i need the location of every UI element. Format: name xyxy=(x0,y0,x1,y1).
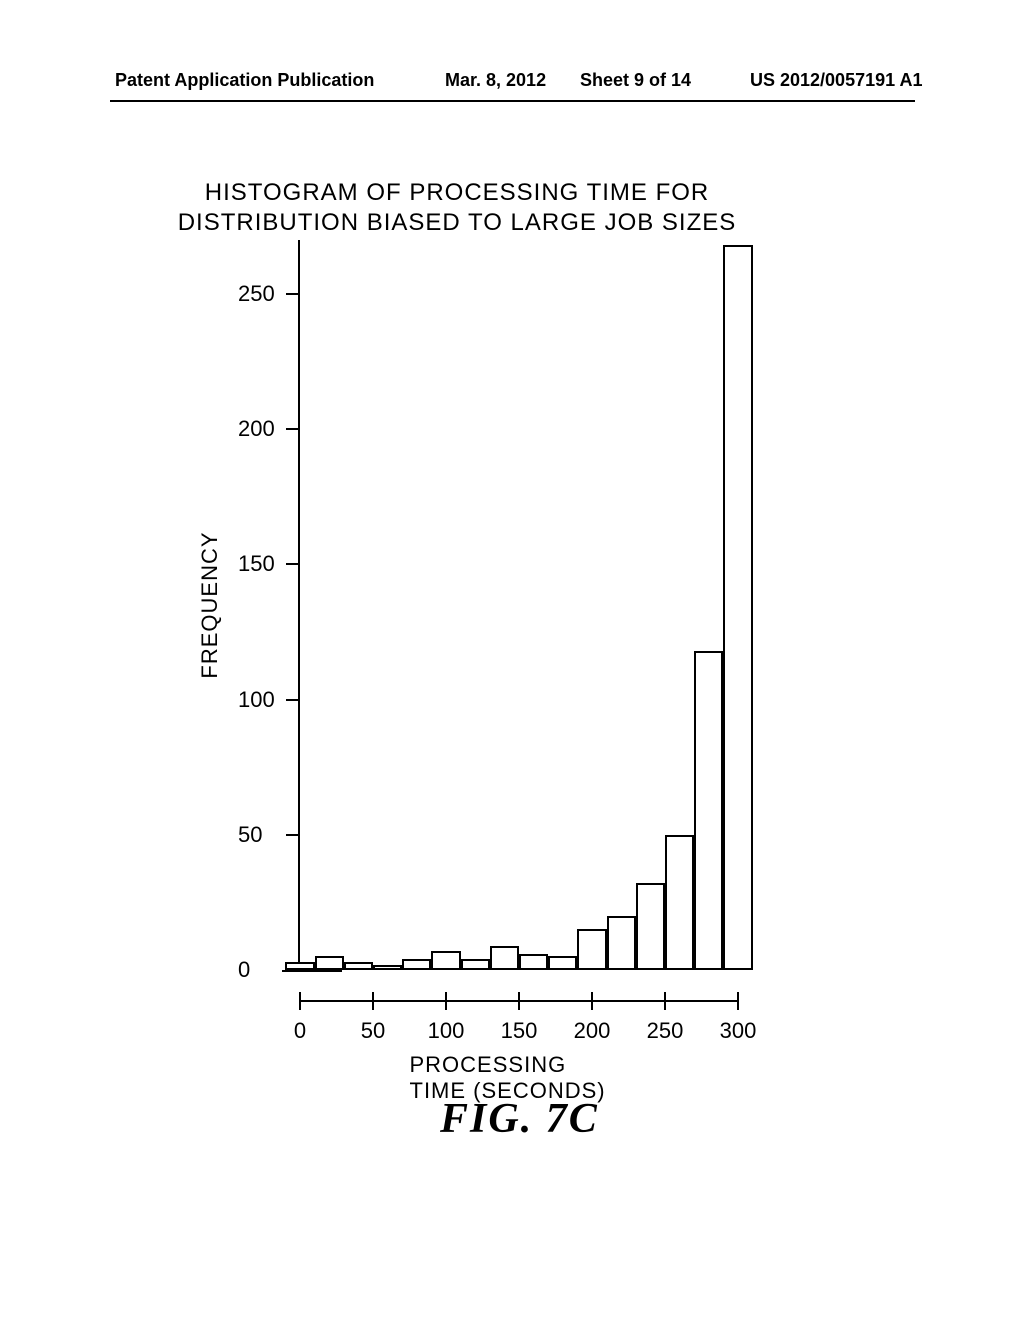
histogram-bar xyxy=(723,245,752,970)
histogram-bar xyxy=(344,962,373,970)
histogram-bar xyxy=(373,965,402,970)
y-tick-label: 250 xyxy=(238,281,280,307)
x-tick xyxy=(372,992,374,1010)
histogram-bar xyxy=(694,651,723,970)
x-tick xyxy=(737,992,739,1010)
histogram-bar xyxy=(548,956,577,970)
histogram-bar xyxy=(665,835,694,970)
histogram-bar xyxy=(519,954,548,970)
x-tick xyxy=(299,992,301,1010)
x-tick xyxy=(518,992,520,1010)
x-tick-label: 150 xyxy=(501,1018,538,1044)
x-tick xyxy=(591,992,593,1010)
x-tick-label: 250 xyxy=(647,1018,684,1044)
histogram-bar xyxy=(402,959,431,970)
y-tick xyxy=(286,428,300,430)
header-date: Mar. 8, 2012 xyxy=(445,70,546,91)
y-tick xyxy=(286,563,300,565)
y-tick-label: 150 xyxy=(238,551,280,577)
chart-title: HISTOGRAM OF PROCESSING TIME FOR DISTRIB… xyxy=(0,178,914,238)
x-tick-label: 50 xyxy=(361,1018,385,1044)
y-tick-label: 200 xyxy=(238,416,280,442)
y-tick-label: 50 xyxy=(238,822,280,848)
y-tick xyxy=(286,834,300,836)
histogram-bar xyxy=(490,946,519,970)
x-tick-label: 0 xyxy=(294,1018,306,1044)
y-tick-label: 100 xyxy=(238,687,280,713)
histogram-bar xyxy=(285,962,314,970)
x-tick-label: 100 xyxy=(428,1018,465,1044)
histogram-bar xyxy=(315,956,344,970)
y-tick xyxy=(286,699,300,701)
x-tick-label: 300 xyxy=(720,1018,757,1044)
histogram-bar xyxy=(577,929,606,970)
header-sheet: Sheet 9 of 14 xyxy=(580,70,691,91)
header-publication-type: Patent Application Publication xyxy=(115,70,374,91)
x-tick xyxy=(664,992,666,1010)
y-axis-line xyxy=(298,240,300,970)
y-tick-label: 0 xyxy=(238,957,280,983)
histogram-bar xyxy=(461,959,490,970)
header-publication-number: US 2012/0057191 A1 xyxy=(750,70,922,91)
chart-title-line-2: DISTRIBUTION BIASED TO LARGE JOB SIZES xyxy=(0,208,914,238)
histogram-bar xyxy=(636,883,665,970)
figure-label: FIG. 7C xyxy=(440,1095,599,1143)
x-tick xyxy=(445,992,447,1010)
x-tick-label: 200 xyxy=(574,1018,611,1044)
histogram-bar xyxy=(431,951,460,970)
y-tick xyxy=(286,293,300,295)
y-axis-label: FREQUENCY xyxy=(197,531,223,678)
header-rule xyxy=(110,100,915,102)
chart-title-line-1: HISTOGRAM OF PROCESSING TIME FOR xyxy=(205,179,710,206)
histogram-bar xyxy=(607,916,636,970)
histogram-plot: FREQUENCY 050100150200250 xyxy=(300,240,738,970)
figure-label-text: FIG. 7C xyxy=(440,1096,599,1142)
